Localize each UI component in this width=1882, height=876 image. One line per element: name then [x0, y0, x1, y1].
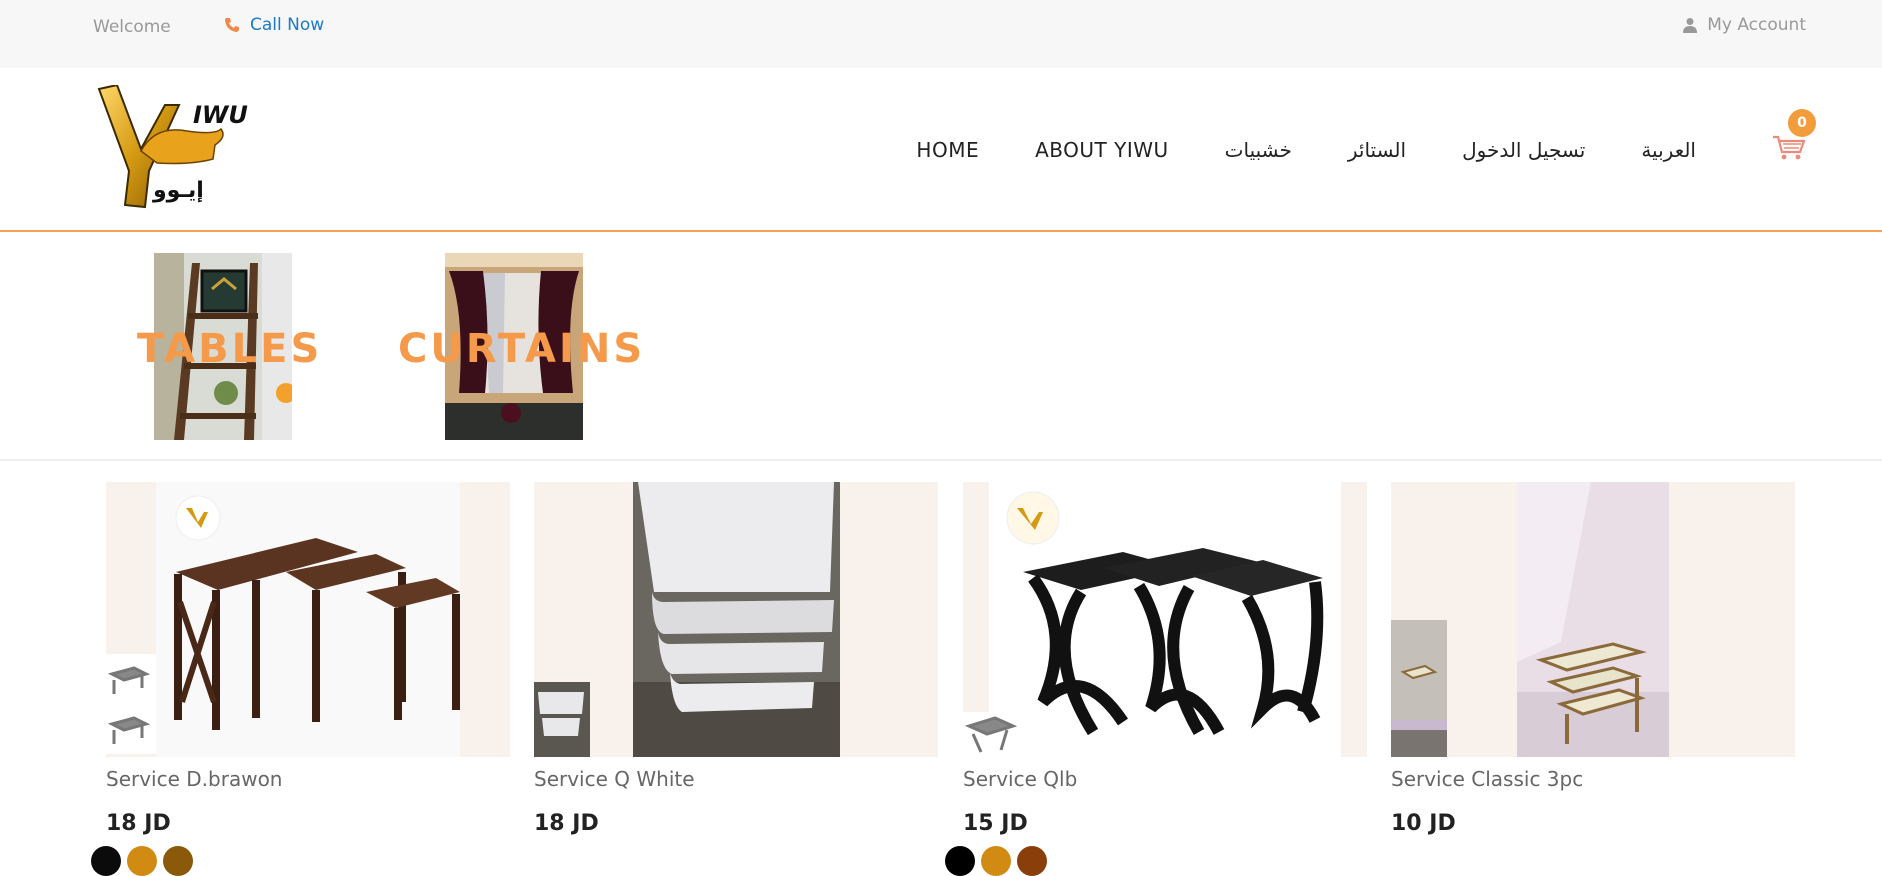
product-card[interactable]: Service Classic 3pc 10 JD: [1391, 482, 1795, 836]
product-image[interactable]: [534, 482, 938, 757]
color-swatch-black[interactable]: [91, 846, 121, 876]
product-image[interactable]: [963, 482, 1367, 757]
phone-icon: [225, 18, 239, 32]
color-swatch-brown[interactable]: [1017, 846, 1047, 876]
section-divider: [0, 459, 1882, 461]
main-nav: HOME ABOUT YIWU خشبيات الستائر تسجيل الد…: [916, 138, 1696, 162]
nav-login[interactable]: تسجيل الدخول: [1462, 138, 1585, 162]
product-card[interactable]: Service D.brawon 18 JD: [106, 482, 510, 836]
nav-about-yiwu[interactable]: ABOUT YIWU: [1035, 138, 1169, 162]
yiwu-logo[interactable]: IWU إيـوو: [95, 85, 253, 210]
call-now-label: Call Now: [250, 15, 325, 35]
nav-wooden[interactable]: خشبيات: [1225, 138, 1292, 162]
nav-home[interactable]: HOME: [916, 138, 979, 162]
product-image[interactable]: [1391, 482, 1795, 757]
welcome-text: Welcome: [93, 17, 171, 37]
top-bar: Welcome Call Now My Account: [0, 0, 1882, 68]
product-name[interactable]: Service Qlb: [963, 767, 1367, 791]
product-name[interactable]: Service Classic 3pc: [1391, 767, 1795, 791]
color-swatch-gold[interactable]: [127, 846, 157, 876]
product-name[interactable]: Service D.brawon: [106, 767, 510, 791]
product-color-swatches: [945, 846, 1047, 876]
product-card[interactable]: Service Qlb 15 JD: [963, 482, 1367, 836]
user-icon: [1683, 18, 1698, 33]
category-curtains-label[interactable]: CURTAINS: [398, 326, 645, 372]
nav-curtains[interactable]: الستائر: [1348, 138, 1406, 162]
call-now-link[interactable]: Call Now: [224, 15, 324, 35]
color-swatch-gold[interactable]: [981, 846, 1011, 876]
svg-text:إيـوو: إيـوو: [152, 178, 204, 203]
color-swatch-black[interactable]: [945, 846, 975, 876]
product-price: 18 JD: [534, 811, 599, 836]
color-swatch-brown[interactable]: [163, 846, 193, 876]
product-color-swatches: [91, 846, 193, 876]
my-account-link[interactable]: My Account: [1683, 15, 1806, 35]
product-price: 10 JD: [1391, 811, 1456, 836]
nav-language-arabic[interactable]: العربية: [1641, 138, 1696, 162]
product-card[interactable]: Service Q White 18 JD: [534, 482, 938, 836]
product-name[interactable]: Service Q White: [534, 767, 938, 791]
category-tables-label[interactable]: TABLES: [137, 326, 322, 372]
main-header: IWU إيـوو HOME ABOUT YIWU خشبيات الستائر…: [0, 68, 1882, 232]
product-price: 18 JD: [106, 811, 171, 836]
product-price: 15 JD: [963, 811, 1028, 836]
product-image[interactable]: [106, 482, 510, 757]
cart-count-badge: 0: [1788, 109, 1816, 137]
my-account-label: My Account: [1707, 15, 1806, 35]
svg-text:IWU: IWU: [193, 101, 248, 129]
